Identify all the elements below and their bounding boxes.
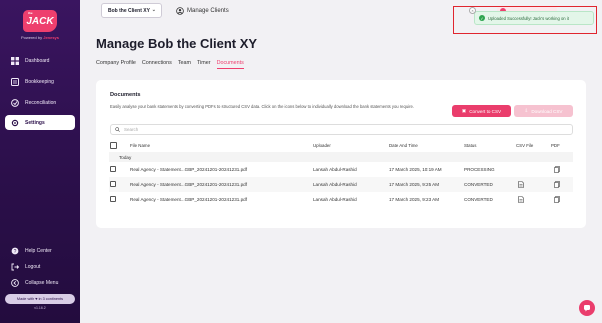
table-row[interactable]: Real Agency - Statement...GBP_20241201-2…	[109, 177, 573, 192]
csv-file-icon[interactable]	[518, 196, 524, 203]
page-title: Manage Bob the Client XY	[96, 36, 258, 51]
download-button-label: Download CSV	[531, 108, 563, 114]
tab-team[interactable]: Team	[178, 60, 191, 69]
select-all-checkbox[interactable]	[110, 142, 117, 149]
column-header-uploader[interactable]: Uploader	[313, 143, 331, 148]
logout-icon	[11, 263, 19, 271]
jenesys-brand: Jenesys	[43, 35, 60, 40]
help-icon: ?	[11, 247, 19, 255]
table-row[interactable]: Real Agency - Statement...GBP_20241201-2…	[109, 192, 573, 207]
pdf-download-icon[interactable]	[554, 181, 560, 188]
gear-icon	[11, 119, 19, 127]
sidebar-item-logout[interactable]: Logout	[5, 259, 75, 274]
group-header-today: Today	[109, 152, 573, 162]
search-icon	[115, 127, 120, 132]
tab-timer[interactable]: Timer	[197, 60, 211, 69]
highlight-box	[453, 6, 597, 34]
sidebar-item-label: Reconciliation	[25, 99, 57, 106]
column-header-csv-file[interactable]: CSV File	[516, 143, 533, 148]
row-checkbox[interactable]	[110, 166, 116, 172]
uploader-cell: Lansah Abdul-Rashid	[313, 167, 357, 172]
book-icon	[11, 77, 19, 86]
uploader-cell: Lansah Abdul-Rashid	[313, 197, 357, 202]
manage-clients-label: Manage Clients	[187, 7, 229, 14]
convert-button-label: Convert to CSV	[469, 108, 502, 114]
chat-icon	[584, 305, 590, 312]
made-with-badge: Made with ♥ in 3 continents	[5, 294, 75, 304]
chevron-down-icon: ⌄	[151, 7, 156, 13]
column-header-file-name[interactable]: File Name	[130, 143, 150, 148]
uploader-cell: Lansah Abdul-Rashid	[313, 182, 357, 187]
table-row[interactable]: Real Agency - Statement...GBP_20241201-2…	[109, 162, 573, 177]
file-name-cell[interactable]: Real Agency - Statement...GBP_20241201-2…	[130, 182, 247, 187]
sidebar-item-bookkeeping[interactable]: Bookkeeping	[5, 74, 75, 89]
sidebar-item-label: Collapse Menu	[25, 279, 59, 286]
sidebar-item-settings[interactable]: Settings	[5, 115, 75, 130]
documents-description: Easily analyse your bank statements by c…	[110, 104, 414, 109]
column-header-status[interactable]: Status	[464, 143, 476, 148]
datetime-cell: 17 March 2025, 9:23 AM	[389, 197, 440, 202]
sidebar: the JACK Powered by Jenesys Dashboard Bo…	[0, 0, 80, 323]
column-header-pdf[interactable]: PDF	[551, 143, 560, 148]
download-csv-button[interactable]: ⇩ Download CSV	[514, 105, 573, 117]
convert-to-csv-button[interactable]: ▣ Convert to CSV	[452, 105, 511, 117]
sidebar-item-label: Logout	[25, 263, 41, 270]
documents-card: Documents Easily analyse your bank state…	[96, 80, 586, 228]
column-header-date-time[interactable]: Date And Time	[389, 143, 418, 148]
collapse-icon	[11, 278, 19, 287]
sidebar-item-label: Settings	[25, 119, 45, 126]
documents-title: Documents	[110, 92, 141, 98]
jack-logo[interactable]: the JACK	[23, 10, 57, 32]
sidebar-item-collapse-menu[interactable]: Collapse Menu	[5, 275, 75, 290]
convert-icon: ▣	[461, 108, 467, 113]
logo-text: JACK	[26, 15, 54, 27]
version-label: v1.16.2	[34, 306, 46, 310]
file-name-cell[interactable]: Real Agency - Statement...GBP_20241201-2…	[130, 197, 247, 202]
status-cell: PROCESSING	[464, 167, 495, 172]
sidebar-item-label: Dashboard	[25, 57, 50, 64]
powered-by: Powered by Jenesys	[0, 35, 80, 40]
datetime-cell: 17 March 2025, 10:19 AM	[389, 167, 442, 172]
chat-button[interactable]	[579, 300, 595, 316]
row-checkbox[interactable]	[110, 196, 116, 202]
grid-icon	[11, 56, 19, 65]
sidebar-item-dashboard[interactable]: Dashboard	[5, 53, 75, 68]
row-checkbox[interactable]	[110, 181, 116, 187]
sidebar-item-help-center[interactable]: ? Help Center	[5, 243, 75, 258]
pdf-download-icon[interactable]	[554, 196, 560, 203]
status-cell: CONVERTED	[464, 182, 493, 187]
datetime-cell: 17 March 2025, 9:25 AM	[389, 182, 440, 187]
download-icon: ⇩	[524, 108, 529, 113]
sidebar-item-label: Bookkeeping	[25, 78, 54, 85]
tab-bar: Company Profile Connections Team Timer D…	[96, 60, 244, 69]
client-select-value: Bob the Client XY	[108, 7, 150, 14]
logo-the-text: the	[28, 11, 33, 15]
client-select[interactable]: Bob the Client XY ⌄	[101, 3, 162, 18]
search-placeholder: Search	[124, 127, 139, 132]
pdf-download-icon[interactable]	[554, 166, 560, 173]
status-cell: CONVERTED	[464, 197, 493, 202]
tab-documents[interactable]: Documents	[216, 60, 244, 69]
reconcile-icon	[11, 98, 19, 107]
manage-clients-link[interactable]: Manage Clients	[176, 5, 229, 16]
powered-by-label: Powered by	[20, 35, 43, 40]
svg-text:?: ?	[14, 249, 17, 255]
users-icon	[176, 6, 184, 15]
search-input[interactable]: Search	[110, 124, 573, 135]
sidebar-item-reconciliation[interactable]: Reconciliation	[5, 95, 75, 110]
file-name-cell[interactable]: Real Agency - Statement...GBP_20241201-2…	[130, 167, 247, 172]
tab-connections[interactable]: Connections	[142, 60, 172, 69]
sidebar-item-label: Help Center	[25, 247, 52, 254]
csv-file-icon[interactable]	[518, 181, 524, 188]
tab-company-profile[interactable]: Company Profile	[96, 60, 136, 69]
